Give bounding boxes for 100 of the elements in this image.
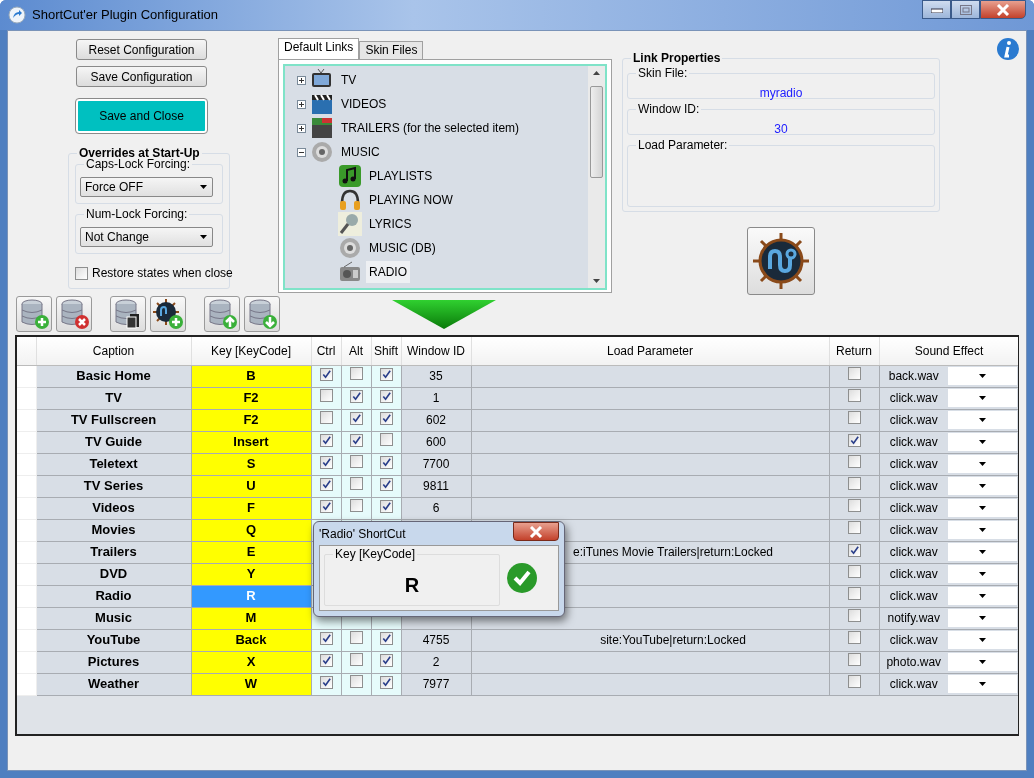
checkbox[interactable] xyxy=(349,389,363,403)
checkbox[interactable] xyxy=(349,653,363,666)
checkbox[interactable] xyxy=(349,433,363,447)
dropdown[interactable]: click.wav xyxy=(879,565,1018,583)
checkbox[interactable] xyxy=(847,675,861,688)
tab[interactable]: Default Links xyxy=(278,38,360,59)
checkbox[interactable] xyxy=(379,389,393,403)
column-header[interactable]: Alt xyxy=(341,337,371,365)
tree-item[interactable]: RADIO xyxy=(366,261,410,283)
dropdown[interactable]: click.wav xyxy=(879,631,1018,649)
confirm-button[interactable] xyxy=(506,562,538,594)
dropdown[interactable]: Force OFF xyxy=(80,177,213,197)
config-button[interactable]: Reset Configuration xyxy=(76,39,207,60)
checkbox[interactable] xyxy=(379,367,393,381)
scroll-up-icon[interactable] xyxy=(592,70,601,76)
move-up-button[interactable] xyxy=(204,296,240,332)
column-header[interactable]: Load Parameter xyxy=(471,337,829,365)
dropdown[interactable]: click.wav xyxy=(879,675,1018,693)
expand-icon[interactable] xyxy=(297,123,306,133)
config-button[interactable]: Save Configuration xyxy=(76,66,207,87)
checkbox[interactable] xyxy=(847,609,861,622)
checkbox[interactable] xyxy=(349,411,363,425)
checkbox[interactable] xyxy=(847,565,861,578)
save-close-button[interactable]: Save and Close xyxy=(76,99,207,133)
checkbox[interactable] xyxy=(349,367,363,380)
checkbox[interactable] xyxy=(379,499,393,513)
checkbox[interactable] xyxy=(319,631,333,645)
checkbox[interactable] xyxy=(349,455,363,468)
column-header[interactable]: Return xyxy=(829,337,879,365)
checkbox[interactable] xyxy=(319,455,333,469)
dropdown[interactable]: click.wav xyxy=(879,477,1018,495)
checkbox[interactable] xyxy=(847,653,861,666)
checkbox[interactable] xyxy=(319,367,333,381)
add-database-button[interactable] xyxy=(16,296,52,332)
dropdown[interactable]: click.wav xyxy=(879,499,1018,517)
tree-item[interactable]: VIDEOS xyxy=(338,93,390,115)
dropdown[interactable]: click.wav xyxy=(879,411,1018,429)
column-header[interactable]: Window ID xyxy=(401,337,471,365)
column-header[interactable]: Caption xyxy=(36,337,191,365)
dropdown[interactable]: notify.wav xyxy=(879,609,1018,627)
checkbox[interactable] xyxy=(847,367,861,380)
tree-item[interactable]: PLAYING NOW xyxy=(366,189,456,211)
tree-item[interactable]: MUSIC xyxy=(338,141,383,163)
dropdown[interactable]: click.wav xyxy=(879,521,1018,539)
tree-item[interactable]: LYRICS xyxy=(366,213,415,235)
tree-item[interactable]: TV xyxy=(338,69,360,91)
checkbox[interactable] xyxy=(349,477,363,490)
expand-icon[interactable] xyxy=(297,75,306,85)
checkbox[interactable] xyxy=(349,675,363,688)
checkbox[interactable] xyxy=(847,499,861,512)
dropdown[interactable]: back.wav xyxy=(879,367,1018,385)
expand-icon[interactable] xyxy=(297,99,306,109)
minimize-button[interactable] xyxy=(922,0,951,19)
column-header[interactable]: Sound Effect xyxy=(879,337,1018,365)
dropdown[interactable]: click.wav xyxy=(879,587,1018,605)
checkbox[interactable] xyxy=(319,389,333,402)
column-header[interactable]: Shift xyxy=(371,337,401,365)
tree-item[interactable]: PLAYLISTS xyxy=(366,165,436,187)
dropdown[interactable]: click.wav xyxy=(879,389,1018,407)
checkbox[interactable] xyxy=(847,411,861,424)
checkbox[interactable] xyxy=(847,521,861,534)
checkbox[interactable] xyxy=(319,433,333,447)
checkbox[interactable] xyxy=(349,631,363,644)
collapse-icon[interactable] xyxy=(297,147,306,157)
checkbox[interactable] xyxy=(379,411,393,425)
checkbox[interactable] xyxy=(847,455,861,468)
tree-item[interactable]: MUSIC (DB) xyxy=(366,237,439,259)
checkbox[interactable] xyxy=(75,266,88,280)
checkbox[interactable] xyxy=(349,499,363,512)
checkbox[interactable] xyxy=(847,477,861,490)
scrollbar[interactable] xyxy=(588,66,605,288)
checkbox[interactable] xyxy=(319,675,333,689)
info-icon[interactable] xyxy=(996,37,1020,61)
dropdown[interactable]: Not Change xyxy=(80,227,213,247)
close-button[interactable] xyxy=(980,0,1026,19)
checkbox[interactable] xyxy=(379,455,393,469)
checkbox[interactable] xyxy=(847,587,861,600)
checkbox[interactable] xyxy=(379,631,393,645)
copy-database-button[interactable] xyxy=(110,296,146,332)
move-down-button[interactable] xyxy=(244,296,280,332)
checkbox[interactable] xyxy=(319,477,333,491)
checkbox[interactable] xyxy=(319,411,333,424)
checkbox[interactable] xyxy=(319,653,333,667)
close-button[interactable] xyxy=(513,522,559,541)
column-header[interactable]: Ctrl xyxy=(311,337,341,365)
dropdown[interactable]: click.wav xyxy=(879,543,1018,561)
checkbox[interactable] xyxy=(379,433,393,446)
checkbox[interactable] xyxy=(379,477,393,491)
checkbox[interactable] xyxy=(847,631,861,644)
scroll-down-icon[interactable] xyxy=(592,278,601,284)
add-logo-button[interactable] xyxy=(150,296,186,332)
dropdown[interactable]: click.wav xyxy=(879,433,1018,451)
checkbox[interactable] xyxy=(847,543,861,557)
column-header[interactable]: Key [KeyCode] xyxy=(191,337,311,365)
maximize-button[interactable] xyxy=(951,0,980,19)
checkbox[interactable] xyxy=(319,499,333,513)
checkbox[interactable] xyxy=(379,653,393,667)
delete-database-button[interactable] xyxy=(56,296,92,332)
dropdown[interactable]: click.wav xyxy=(879,455,1018,473)
dropdown[interactable]: photo.wav xyxy=(879,653,1018,671)
